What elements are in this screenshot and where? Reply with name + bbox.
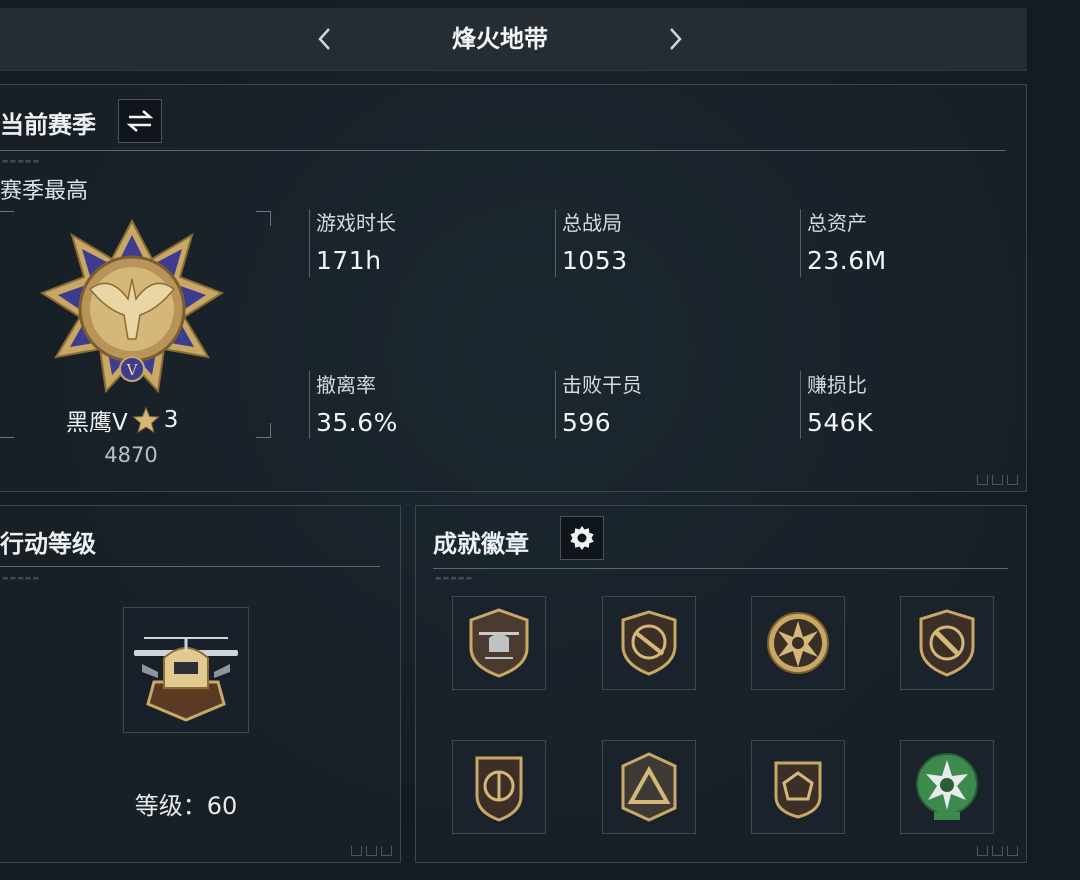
panel-corner-marks: [351, 846, 392, 856]
season-title: 当前赛季: [0, 111, 96, 139]
helicopter-shield-icon: [469, 608, 529, 678]
stat-value: 546K: [807, 408, 874, 437]
stat-value: 1053: [562, 246, 628, 275]
top-nav-bar: 烽火地带: [0, 8, 1027, 71]
rank-name-row: 黑鹰V 3: [66, 403, 178, 437]
season-divider: [0, 150, 1006, 151]
chevron-right-icon: [670, 28, 682, 50]
badge-slot-5[interactable]: [452, 740, 546, 834]
gem-shield-icon: [774, 761, 822, 819]
stat-label: 游戏时长: [316, 211, 396, 235]
decor-tag: ▬▬▬▬▬: [435, 574, 474, 582]
swap-icon: [126, 110, 154, 132]
round-shield-icon: [475, 756, 523, 822]
stat-value: 35.6%: [316, 408, 398, 437]
stat-profit-loss: 赚损比 546K: [800, 371, 873, 439]
badge-slot-8[interactable]: [900, 740, 994, 834]
star-icon: [131, 406, 160, 434]
level-emblem-frame: [123, 607, 249, 733]
badge-slot-1[interactable]: [452, 596, 546, 690]
skull-star-icon: [767, 612, 829, 674]
badge-slot-2[interactable]: [602, 596, 696, 690]
stat-extraction-rate: 撤离率 35.6%: [309, 371, 398, 439]
green-skull-star-icon: [916, 753, 978, 820]
switch-season-button[interactable]: [118, 99, 162, 143]
season-best-label: 赛季最高: [0, 179, 89, 204]
current-season-panel: 当前赛季 ▬▬▬▬▬ 赛季最高 V 黑鹰V 3 4870 游戏时长 171h 总…: [0, 84, 1027, 492]
achievement-badges-panel: 成就徽章 ▬▬▬▬▬: [415, 505, 1027, 863]
stat-total-assets: 总资产 23.6M: [800, 209, 887, 277]
stat-total-matches: 总战局 1053: [555, 209, 628, 277]
stat-label: 撤离率: [316, 373, 376, 397]
operation-level-panel: 行动等级 ▬▬▬▬▬ 等级：60: [0, 505, 401, 863]
frame-corner: [0, 211, 14, 226]
frame-corner: [256, 211, 271, 226]
mode-title: 烽火地带: [452, 25, 548, 53]
stat-play-time: 游戏时长 171h: [309, 209, 396, 277]
decor-tag: ▬▬▬▬▬: [2, 157, 41, 165]
level-divider: [0, 566, 380, 567]
rifle-shield-icon: [621, 610, 677, 676]
badges-title: 成就徽章: [433, 530, 529, 558]
badge-settings-button[interactable]: [560, 516, 604, 560]
badge-slot-6[interactable]: [602, 740, 696, 834]
stat-label: 总资产: [807, 211, 867, 235]
badges-divider: [433, 568, 1008, 569]
rank-name: 黑鹰V: [66, 410, 128, 436]
panel-corner-marks: [977, 846, 1018, 856]
next-mode-button[interactable]: [662, 26, 688, 52]
stat-value: 23.6M: [807, 246, 887, 275]
gear-icon: [570, 526, 594, 550]
level-value: 等级：60: [134, 792, 238, 820]
frame-corner: [0, 423, 14, 438]
svg-text:V: V: [126, 361, 139, 379]
decor-tag: ▬▬▬▬▬: [2, 574, 41, 582]
stat-value: 171h: [316, 246, 382, 275]
badge-slot-4[interactable]: [900, 596, 994, 690]
stat-value: 596: [562, 408, 612, 437]
level-title: 行动等级: [0, 530, 96, 558]
stat-label: 赚损比: [807, 373, 867, 397]
badge-slot-3[interactable]: [751, 596, 845, 690]
knife-shield-icon: [919, 609, 975, 677]
rank-emblem-blackhawk-icon: V: [40, 219, 224, 394]
badge-slot-7[interactable]: [751, 740, 845, 834]
triangle-shield-icon: [621, 752, 677, 822]
stat-label: 击败干员: [562, 373, 642, 397]
stat-operators-defeated: 击败干员 596: [555, 371, 642, 439]
helicopter-emblem-icon: [134, 637, 238, 722]
stat-label: 总战局: [562, 211, 622, 235]
rank-score: 4870: [104, 443, 158, 467]
panel-corner-marks: [977, 475, 1018, 485]
frame-corner: [256, 423, 271, 438]
rank-stars: 3: [163, 407, 179, 433]
